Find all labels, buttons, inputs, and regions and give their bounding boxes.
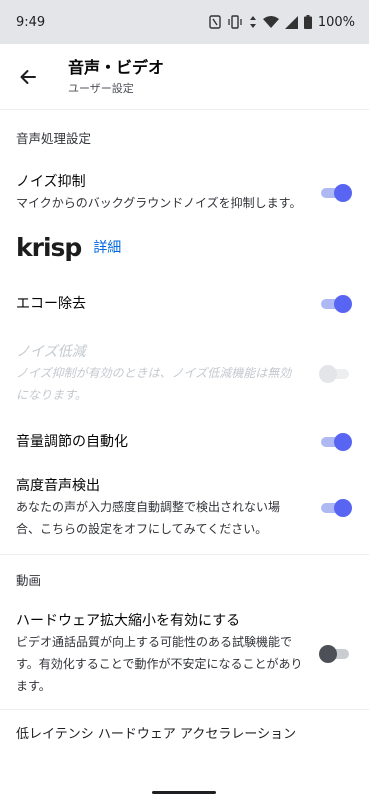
noise-suppression-toggle[interactable] — [321, 184, 352, 202]
noise-reduction-toggle — [319, 365, 351, 383]
setting-advanced-vad[interactable]: 高度音声検出 あなたの声が入力感度自動調整で検出されない場合、こちらの設定をオフ… — [0, 472, 369, 554]
vibrate-icon — [227, 15, 243, 29]
advanced-vad-toggle[interactable] — [321, 499, 352, 517]
home-indicator[interactable] — [152, 791, 216, 794]
app-bar: 音声・ビデオ ユーザー設定 — [0, 44, 369, 110]
data-arrows-icon — [249, 15, 257, 29]
setting-description: マイクからのバックグラウンドノイズを抑制します。 — [16, 196, 302, 210]
echo-cancellation-toggle[interactable] — [321, 295, 352, 313]
arrow-left-icon — [20, 69, 36, 84]
status-icons: 100% — [209, 15, 355, 30]
krisp-logo: krisp — [16, 232, 82, 262]
setting-title: ノイズ低減 — [16, 344, 86, 360]
setting-echo-cancellation[interactable]: エコー除去 — [0, 272, 369, 336]
setting-title: 音量調節の自動化 — [16, 434, 128, 450]
nfc-icon — [209, 15, 221, 29]
wifi-icon — [262, 15, 279, 29]
krisp-row: krisp 詳細 — [0, 222, 369, 272]
setting-hardware-scaling[interactable]: ハードウェア拡大縮小を有効にする ビデオ通話品質が向上する可能性のある試験機能で… — [0, 603, 369, 709]
page-subtitle: ユーザー設定 — [68, 81, 134, 95]
section-header-video: 動画 — [16, 572, 42, 588]
setting-title: エコー除去 — [16, 296, 86, 312]
setting-description: ノイズ抑制が有効のときは、ノイズ低減機能は無効になります。 — [16, 366, 292, 402]
setting-title: ハードウェア拡大縮小を有効にする — [16, 613, 241, 629]
status-bar: 9:49 100% — [0, 0, 369, 44]
battery-percent: 100% — [317, 14, 355, 30]
signal-icon — [284, 15, 298, 29]
setting-noise-reduction: ノイズ低減 ノイズ抑制が有効のときは、ノイズ低減機能は無効になります。 — [0, 336, 369, 412]
hardware-scaling-toggle[interactable] — [319, 645, 351, 663]
setting-noise-suppression[interactable]: ノイズ抑制 マイクからのバックグラウンドノイズを抑制します。 — [0, 160, 369, 222]
auto-gain-toggle[interactable] — [321, 433, 352, 451]
setting-auto-gain[interactable]: 音量調節の自動化 — [0, 412, 369, 472]
setting-title: 高度音声検出 — [16, 478, 100, 494]
setting-description: ビデオ通話品質が向上する可能性のある試験機能です。有効化することで動作が不安定に… — [16, 635, 303, 693]
setting-description: あなたの声が入力感度自動調整で検出されない場合、こちらの設定をオフにしてみてくだ… — [16, 500, 281, 536]
section-header-voice-processing: 音声処理設定 — [16, 130, 92, 146]
setting-title: ノイズ抑制 — [16, 174, 86, 190]
section-header-low-latency: 低レイテンシ ハードウェア アクセラレーション — [16, 726, 297, 742]
krisp-learn-more-link[interactable]: 詳細 — [93, 237, 121, 257]
page-title: 音声・ビデオ — [68, 57, 165, 77]
battery-icon — [303, 15, 312, 29]
status-time: 9:49 — [16, 14, 46, 30]
back-button[interactable] — [16, 65, 40, 89]
